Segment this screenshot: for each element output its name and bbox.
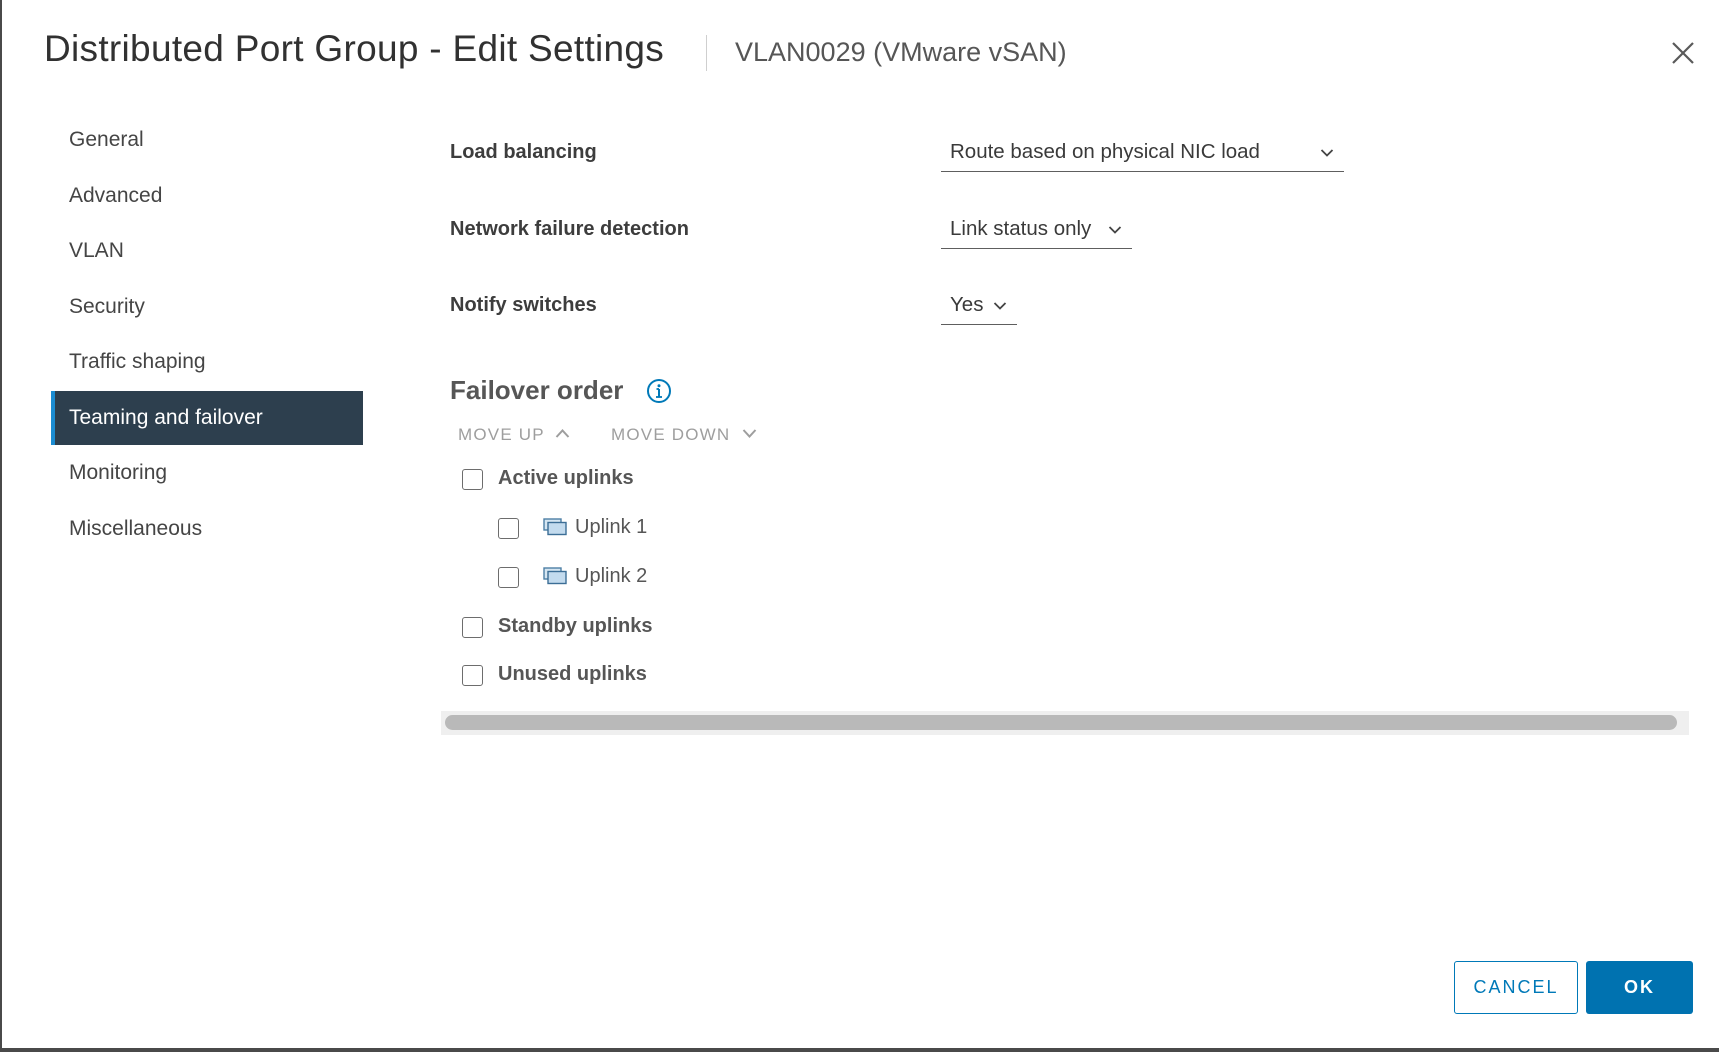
uplink-icon [543,567,567,585]
standby-uplinks-label: Standby uplinks [498,615,653,637]
move-up-button[interactable]: MOVE UP [458,425,576,445]
uplink-1-checkbox[interactable] [498,518,519,539]
nav-item-monitoring[interactable]: Monitoring [51,446,363,500]
title-divider [706,35,707,71]
dialog-subtitle: VLAN0029 (VMware vSAN) [735,37,1067,67]
chevron-down-icon [993,302,1007,310]
nav-item-traffic-shaping[interactable]: Traffic shaping [51,335,363,389]
active-uplinks-label: Active uplinks [498,467,634,489]
horizontal-scrollbar[interactable] [441,711,1689,735]
nav-item-vlan[interactable]: VLAN [51,224,363,278]
network-failure-detection-label: Network failure detection [450,218,689,240]
close-button[interactable] [1668,38,1698,68]
nav-item-miscellaneous[interactable]: Miscellaneous [51,502,363,556]
failover-order-heading: Failover order [450,375,624,405]
active-uplinks-checkbox[interactable] [462,469,483,490]
unused-uplinks-label: Unused uplinks [498,663,647,685]
edit-settings-dialog: Distributed Port Group - Edit Settings V… [0,0,1719,1052]
scrollbar-thumb[interactable] [445,715,1677,730]
move-up-label: MOVE UP [458,425,545,444]
nav-item-advanced[interactable]: Advanced [51,169,363,223]
nav-item-teaming-and-failover[interactable]: Teaming and failover [51,390,363,445]
close-icon [1672,42,1694,64]
chevron-up-icon [555,429,570,438]
uplink-2-label: Uplink 2 [575,565,648,587]
network-failure-detection-select[interactable]: Link status only [941,213,1132,249]
ok-button[interactable]: OK [1586,961,1693,1014]
standby-uplinks-checkbox[interactable] [462,617,483,638]
unused-uplinks-checkbox[interactable] [462,665,483,686]
dialog-title: Distributed Port Group - Edit Settings [44,28,665,69]
chevron-down-icon [742,429,757,438]
chevron-down-icon [1108,226,1122,234]
info-icon[interactable] [646,378,672,404]
uplink-2-checkbox[interactable] [498,567,519,588]
network-failure-detection-value: Link status only [950,217,1092,240]
nav-item-security[interactable]: Security [51,280,363,334]
settings-nav: General Advanced VLAN Security Traffic s… [51,113,363,557]
notify-switches-value: Yes [950,293,984,316]
notify-switches-label: Notify switches [450,294,597,316]
uplink-icon [543,518,567,536]
move-down-label: MOVE DOWN [611,425,731,444]
nav-item-general[interactable]: General [51,113,363,167]
chevron-down-icon [1320,149,1334,157]
load-balancing-select[interactable]: Route based on physical NIC load [941,136,1344,172]
uplink-1-label: Uplink 1 [575,516,648,538]
load-balancing-value: Route based on physical NIC load [950,140,1260,163]
notify-switches-select[interactable]: Yes [941,289,1017,325]
cancel-button[interactable]: CANCEL [1454,961,1578,1014]
move-down-button[interactable]: MOVE DOWN [611,425,763,445]
load-balancing-label: Load balancing [450,141,597,163]
